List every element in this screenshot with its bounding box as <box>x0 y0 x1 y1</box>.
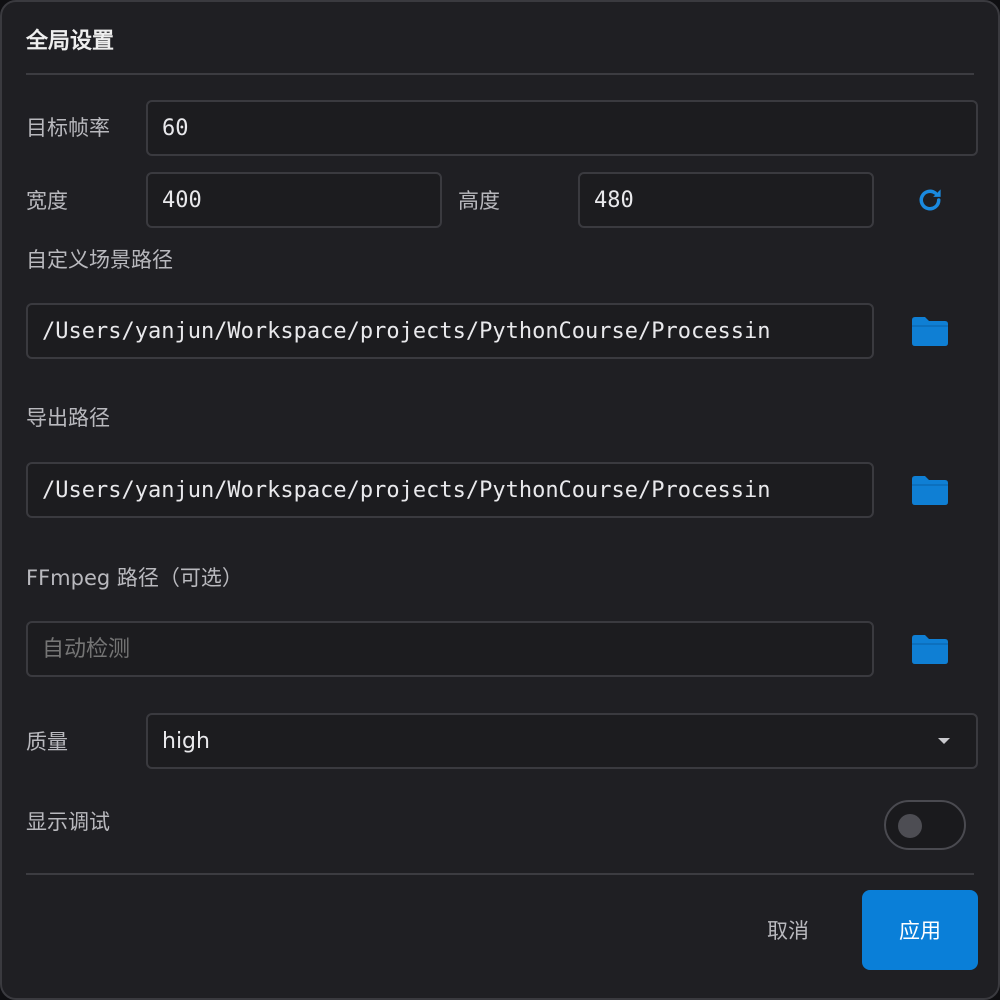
browse-export-button[interactable] <box>908 468 952 512</box>
folder-icon <box>912 635 948 664</box>
browse-scene-button[interactable] <box>908 309 952 353</box>
quality-select[interactable]: high <box>146 713 978 769</box>
folder-icon <box>912 317 948 346</box>
reset-size-button[interactable] <box>908 178 952 222</box>
width-label: 宽度 <box>26 189 68 213</box>
scene-path-label: 自定义场景路径 <box>26 248 173 272</box>
header-divider <box>26 73 974 75</box>
refresh-icon <box>919 189 941 211</box>
toggle-knob <box>898 814 922 838</box>
export-path-input[interactable]: /Users/yanjun/Workspace/projects/PythonC… <box>26 462 874 518</box>
chevron-down-icon <box>938 738 950 744</box>
ffmpeg-path-input[interactable] <box>26 621 874 677</box>
fps-input[interactable]: 60 <box>146 100 978 156</box>
settings-dialog: 全局设置 目标帧率 60 宽度 400 高度 480 自定义场景路径 /User… <box>0 0 1000 1000</box>
fps-value: 60 <box>162 115 189 141</box>
height-label: 高度 <box>458 189 500 213</box>
width-input[interactable]: 400 <box>146 172 442 228</box>
folder-icon <box>912 476 948 505</box>
height-input[interactable]: 480 <box>578 172 874 228</box>
width-value: 400 <box>162 187 202 213</box>
fps-label: 目标帧率 <box>26 116 110 140</box>
quality-label: 质量 <box>26 730 68 754</box>
debug-toggle[interactable] <box>884 800 966 850</box>
ffmpeg-path-label: FFmpeg 路径（可选） <box>26 566 243 590</box>
apply-button[interactable]: 应用 <box>862 890 978 970</box>
browse-ffmpeg-button[interactable] <box>908 627 952 671</box>
cancel-button[interactable]: 取消 <box>748 900 828 960</box>
debug-label: 显示调试 <box>26 810 110 834</box>
export-path-value: /Users/yanjun/Workspace/projects/PythonC… <box>42 477 771 503</box>
export-path-label: 导出路径 <box>26 406 110 430</box>
quality-selected-value: high <box>162 728 210 754</box>
height-value: 480 <box>594 187 634 213</box>
footer-divider <box>26 873 974 875</box>
dialog-title: 全局设置 <box>26 29 115 54</box>
scene-path-input[interactable]: /Users/yanjun/Workspace/projects/PythonC… <box>26 303 874 359</box>
scene-path-value: /Users/yanjun/Workspace/projects/PythonC… <box>42 318 771 344</box>
